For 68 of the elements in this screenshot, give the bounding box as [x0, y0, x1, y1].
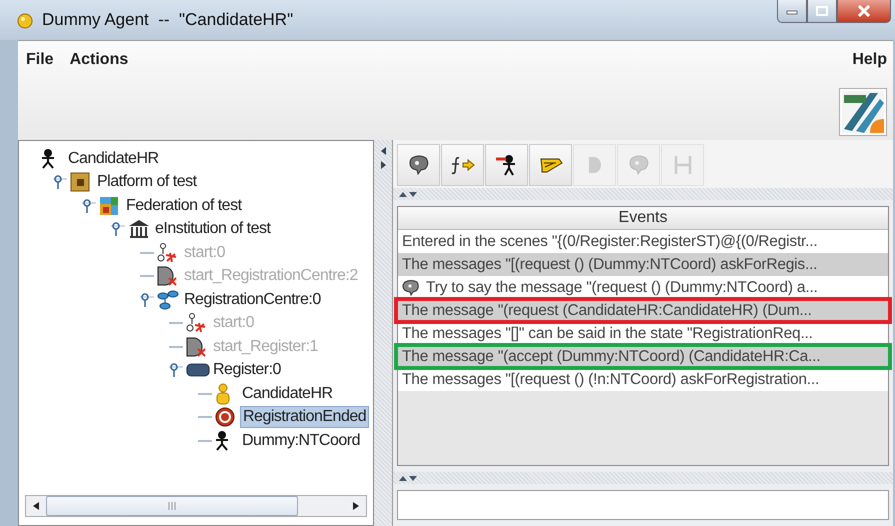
left-arrow-icon[interactable] — [380, 146, 386, 156]
person-icon — [215, 382, 231, 405]
expanded-handle-icon[interactable] — [140, 292, 154, 308]
left-arrow-icon[interactable] — [32, 501, 40, 511]
highlighted-event-row[interactable]: The message "(request (CandidateHR:CandidateHR) (Dum... — [394, 297, 892, 324]
minimize-button[interactable] — [777, 0, 807, 23]
square-icon — [70, 172, 90, 192]
tree-line — [198, 392, 212, 395]
tree-item[interactable]: CandidateHR — [66, 148, 161, 169]
window-title: Dummy Agent -- "CandidateHR" — [42, 10, 294, 30]
event-text: Try to say the message "(request () (Dummy:NTCoord) a... — [426, 278, 818, 296]
tree-item[interactable]: RegistrationCentre:0 — [182, 290, 323, 310]
toolbar-button[interactable] — [397, 144, 440, 186]
event-row[interactable]: The messages "[]" can be said in the state "RegistrationReq... — [398, 322, 888, 345]
app-icon — [16, 11, 34, 29]
stick-figure-icon — [41, 148, 55, 169]
toolbar-button[interactable] — [485, 144, 528, 186]
start-node-icon — [186, 313, 206, 334]
close-icon — [857, 5, 871, 17]
menu-item[interactable]: Help — [852, 51, 887, 69]
expanded-handle-icon[interactable] — [82, 198, 96, 214]
tree-line — [198, 416, 212, 418]
menu-item[interactable]: File — [26, 51, 54, 69]
expanded-handle-icon[interactable] — [53, 174, 67, 190]
gate-icon — [157, 266, 177, 286]
event-row[interactable]: The messages "[(request () (!n:NTCoord) askForRegistration... — [398, 368, 888, 391]
tree-item[interactable]: Dummy:NTCoord — [240, 430, 362, 451]
speech-bubble-icon — [402, 280, 420, 296]
toolbar-button[interactable] — [529, 144, 572, 186]
highlighted-event-row[interactable]: The message "(accept (Dummy:NTCoord) (CandidateHR:Ca... — [394, 343, 892, 370]
colored-squares-icon — [99, 196, 119, 216]
tree-item[interactable]: RegistrationEnded — [240, 406, 370, 428]
tree-item[interactable]: Federation of test — [124, 196, 244, 216]
collapse-arrows-icon[interactable] — [399, 475, 417, 481]
tree-line — [169, 346, 183, 348]
event-row[interactable]: Try to say the message "(request () (Dummy:NTCoord) a... — [398, 276, 888, 299]
tree-line — [198, 440, 212, 442]
speech-bubble-icon[interactable] — [408, 155, 430, 175]
scrollbar-thumb[interactable] — [46, 496, 298, 516]
maximize-button[interactable] — [807, 0, 837, 23]
close-button[interactable] — [837, 0, 891, 23]
tree-item[interactable]: Platform of test — [95, 172, 199, 192]
connected-ovals-icon — [157, 290, 179, 310]
function-arrow-icon[interactable] — [450, 155, 476, 175]
logo-icon — [839, 88, 887, 136]
tree-item[interactable]: Register:0 — [211, 360, 283, 380]
column-header[interactable]: Events — [398, 207, 888, 230]
gate-icon — [186, 336, 206, 357]
circle-badge-icon — [215, 407, 235, 428]
building-icon — [128, 219, 150, 240]
tree-line — [140, 275, 154, 278]
tree-item[interactable]: CandidateHR — [240, 384, 335, 404]
right-arrow-icon[interactable] — [380, 160, 386, 170]
input-field[interactable] — [397, 490, 889, 520]
tree-line — [169, 322, 183, 324]
tree-line — [140, 252, 154, 254]
expanded-handle-icon[interactable] — [111, 221, 125, 238]
horizontal-scrollbar[interactable] — [25, 495, 367, 517]
rounded-block-icon — [186, 361, 210, 380]
right-arrow-icon[interactable] — [352, 501, 360, 511]
expanded-handle-icon[interactable] — [169, 362, 183, 378]
stick-figure-icon — [215, 430, 229, 451]
collapse-arrows-icon[interactable] — [399, 191, 417, 197]
start-node-icon — [157, 242, 177, 263]
menu-item[interactable]: Actions — [70, 51, 128, 69]
tree-item[interactable]: eInstitution of test — [153, 219, 272, 240]
maximize-icon — [815, 5, 829, 17]
event-row[interactable]: Entered in the scenes "{(0/Register:RegisterST)@{(0/Registr... — [398, 230, 888, 253]
